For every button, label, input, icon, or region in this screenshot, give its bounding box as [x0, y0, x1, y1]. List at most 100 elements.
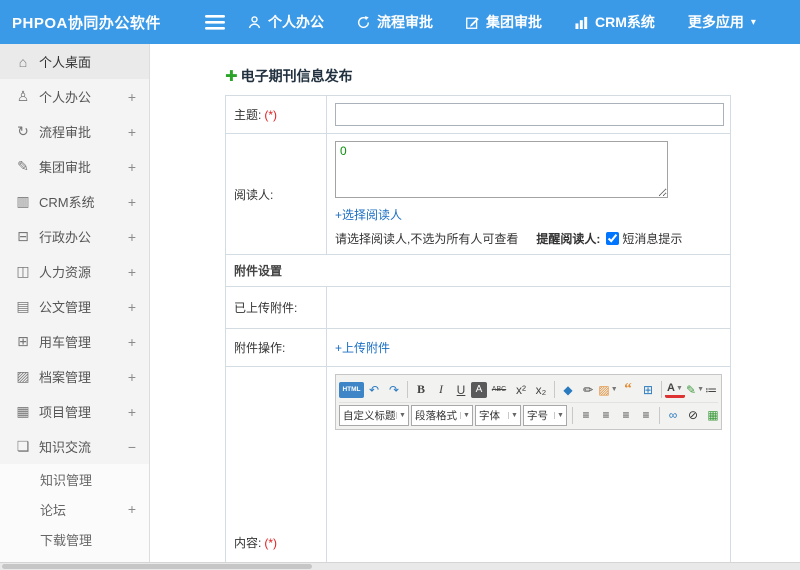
process-icon: ↻	[17, 123, 29, 139]
superscript-button[interactable]: x²	[511, 379, 531, 400]
approval-icon: ✎	[17, 158, 29, 174]
align-center-button[interactable]: ≡	[596, 405, 616, 426]
sidebar-item-personal-desktop[interactable]: ⌂ 个人桌面	[0, 44, 149, 79]
image-button[interactable]: ▦	[703, 405, 718, 426]
expand-icon[interactable]: +	[128, 264, 136, 280]
paragraph-format-select[interactable]: 段落格式 ▼	[411, 404, 473, 426]
nav-item-process-approval[interactable]: 流程审批	[357, 12, 433, 32]
sidebar-item-knowledge-exchange[interactable]: ❏ 知识交流 −	[0, 429, 149, 464]
readers-textarea[interactable]: 0	[335, 141, 668, 198]
content-row: 内容:(*) HTML↶↷BIUAABCx²x₂◆✏▨▼“⊞A▼✎▼≔▼≕▼ 自…	[225, 366, 731, 562]
nav-item-personal-office[interactable]: 个人办公	[248, 12, 324, 32]
sidebar-item-archive-mgmt[interactable]: ▨ 档案管理 +	[0, 359, 149, 394]
nav-item-group-approval[interactable]: 集团审批	[466, 12, 542, 32]
font-family-select[interactable]: 字体 ▼	[475, 404, 521, 426]
subject-input[interactable]	[335, 103, 724, 126]
sidebar-item-knowledge-mgmt[interactable]: 知识管理	[0, 464, 149, 494]
fill-color-button[interactable]: ▨ ▼	[598, 379, 618, 400]
attachment-ops-label: 附件操作:	[225, 328, 327, 367]
font-background-button[interactable]: A	[471, 381, 487, 398]
sms-checkbox[interactable]	[606, 232, 620, 245]
knowledge-icon: ❏	[16, 438, 30, 454]
expand-icon[interactable]: +	[128, 89, 136, 105]
sidebar-item-process-approval[interactable]: ↻ 流程审批 +	[0, 114, 149, 149]
attachment-section-row: 附件设置	[225, 254, 731, 287]
redo-button[interactable]: ↷	[384, 379, 404, 400]
nav-item-label: 集团审批	[486, 14, 542, 30]
align-justify-button[interactable]: ≡	[636, 405, 656, 426]
expand-icon[interactable]: +	[128, 159, 136, 175]
expand-icon[interactable]: +	[128, 334, 136, 350]
blockquote-button[interactable]: “	[618, 379, 638, 400]
nav-item-more-apps[interactable]: 更多应用 ▾	[688, 12, 756, 32]
font-size-select[interactable]: 字号 ▼	[523, 404, 567, 426]
sidebar-item-label: 论坛	[40, 502, 67, 518]
sidebar-item-public-file-cabinet[interactable]: 公共文件柜	[0, 554, 149, 562]
sidebar-item-group-approval[interactable]: ✎ 集团审批 +	[0, 149, 149, 184]
sidebar-item-admin-office[interactable]: ⊟ 行政办公 +	[0, 219, 149, 254]
expand-icon[interactable]: +	[128, 229, 136, 245]
undo-button[interactable]: ↶	[364, 379, 384, 400]
nav-item-label: 更多应用	[687, 14, 744, 30]
ordered-list-button[interactable]: ≔▼	[705, 379, 718, 400]
sidebar-item-personal-office[interactable]: ♙ 个人办公 +	[0, 79, 149, 114]
hr-icon: ◫	[16, 263, 30, 279]
expand-icon[interactable]: +	[128, 404, 136, 420]
sidebar-item-vehicle-mgmt[interactable]: ⊞ 用车管理 +	[0, 324, 149, 359]
uploaded-row: 已上传附件:	[225, 286, 731, 329]
strikethrough-button[interactable]: ABC	[487, 379, 511, 400]
link-button[interactable]: ∞	[663, 405, 683, 426]
select-label: 字体	[479, 409, 500, 422]
upload-attachment-link[interactable]: +上传附件	[335, 341, 390, 355]
collapse-icon[interactable]: −	[128, 439, 136, 455]
sidebar-item-label: 用车管理	[39, 335, 92, 350]
underline-button[interactable]: U	[451, 379, 471, 400]
attachment-settings-header: 附件设置	[225, 254, 731, 287]
sidebar-item-label: CRM系统	[39, 195, 95, 210]
expand-icon[interactable]: +	[128, 194, 136, 210]
expand-icon[interactable]: +	[128, 299, 136, 315]
table-button[interactable]: ⊞	[638, 379, 658, 400]
sidebar-item-label: 公文管理	[39, 300, 92, 315]
readers-label: 阅读人:	[225, 133, 327, 255]
subscript-button[interactable]: x₂	[531, 379, 551, 400]
custom-title-select[interactable]: 自定义标题 ▼	[339, 404, 409, 426]
sidebar-item-crm-system[interactable]: ▥ CRM系统 +	[0, 184, 149, 219]
expand-icon[interactable]: +	[128, 124, 136, 140]
align-right-button[interactable]: ≡	[616, 405, 636, 426]
html-source-button[interactable]: HTML	[339, 381, 364, 398]
sidebar-item-project-mgmt[interactable]: ▦ 项目管理 +	[0, 394, 149, 429]
sidebar-item-forum[interactable]: 论坛 +	[0, 494, 149, 524]
scrollbar-thumb[interactable]	[2, 564, 312, 569]
sidebar-item-document-mgmt[interactable]: ▤ 公文管理 +	[0, 289, 149, 324]
uploaded-attachments-cell	[326, 286, 731, 329]
bold-button[interactable]: B	[411, 379, 431, 400]
select-readers-link[interactable]: +选择阅读人	[335, 206, 402, 223]
editor-toolbar-row1: HTML↶↷BIUAABCx²x₂◆✏▨▼“⊞A▼✎▼≔▼≕▼	[339, 377, 718, 402]
sidebar-item-human-resources[interactable]: ◫ 人力资源 +	[0, 254, 149, 289]
main-content: ✚ 电子期刊信息发布 主题: (*) 阅读人: 0 +选择阅读人 请选择阅读人,不…	[151, 44, 800, 562]
content-label-cell: 内容: (*)	[225, 366, 327, 562]
italic-button[interactable]: I	[431, 379, 451, 400]
admin-icon: ⊟	[17, 228, 29, 244]
eraser-button[interactable]: ◆	[558, 379, 578, 400]
chevron-down-icon: ▼	[610, 386, 618, 393]
nav-item-crm-system[interactable]: CRM系统	[575, 12, 655, 32]
align-left-button[interactable]: ≡	[576, 405, 596, 426]
select-label: 自定义标题	[343, 409, 396, 422]
nav-item-label: 个人办公	[268, 14, 324, 30]
expand-icon[interactable]: +	[128, 501, 136, 517]
format-painter-button[interactable]: ✏	[578, 379, 598, 400]
expand-icon[interactable]: +	[128, 369, 136, 385]
highlight-color-button[interactable]: ✎ ▼	[685, 379, 705, 400]
horizontal-scrollbar[interactable]	[0, 562, 800, 570]
chevron-down-icon: ▼	[508, 411, 520, 419]
menu-icon[interactable]	[198, 7, 232, 37]
required-mark: (*)	[264, 108, 278, 122]
nav-item-label: CRM系统	[595, 14, 655, 30]
unlink-button[interactable]: ⊘	[683, 405, 703, 426]
sidebar: ⌂ 个人桌面 ♙ 个人办公 + ↻ 流程审批 + ✎ 集团审批 + ▥ CRM系统 + ⊟ 行政办公 + ◫ 人力资…	[0, 44, 150, 562]
sidebar-item-download-mgmt[interactable]: 下载管理	[0, 524, 149, 554]
editor-area[interactable]	[335, 430, 722, 562]
font-color-button[interactable]: A ▼	[665, 382, 685, 398]
